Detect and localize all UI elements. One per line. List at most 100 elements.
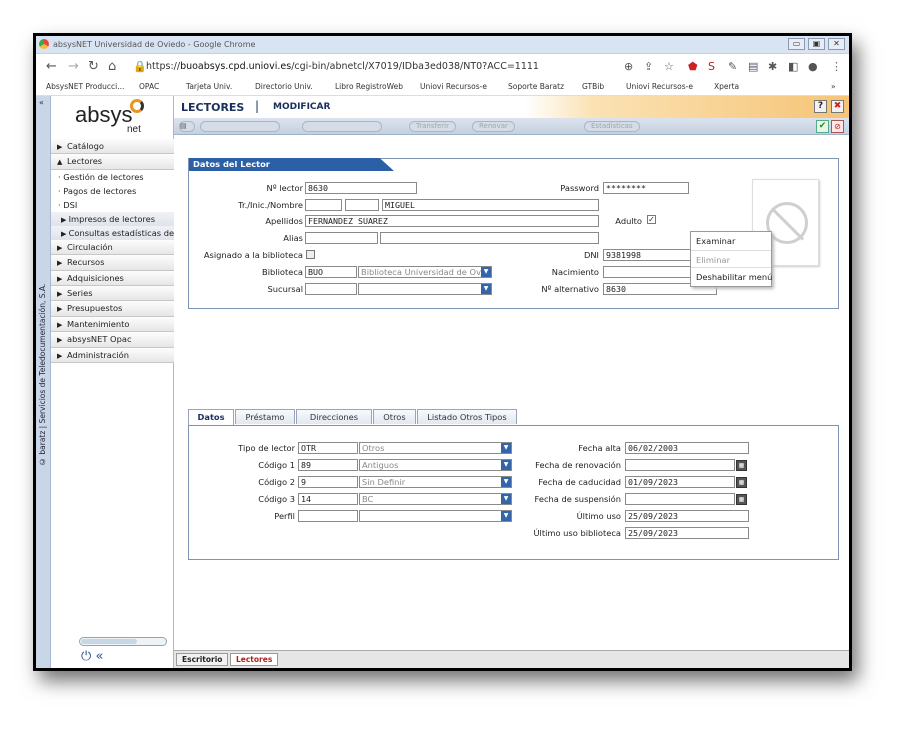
reload-icon[interactable]: ↻ xyxy=(88,59,99,74)
codigo1-select[interactable]: Antiguos ▼ xyxy=(359,459,512,471)
codigo3-select[interactable]: BC ▼ xyxy=(359,493,512,505)
cancel-icon[interactable]: ⊘ xyxy=(831,120,844,133)
restore-button[interactable]: ▣ xyxy=(808,38,825,50)
calendar-icon[interactable]: ▦ xyxy=(736,494,747,505)
renovar-button[interactable]: Renovar xyxy=(472,121,515,132)
apellidos-field[interactable]: FERNANDEZ SUAREZ xyxy=(305,215,599,227)
menu-item-mantenimiento[interactable]: ▶ Mantenimiento xyxy=(51,316,174,333)
tab-prestamo[interactable]: Préstamo xyxy=(235,409,295,424)
perfil-field[interactable] xyxy=(298,510,358,522)
codigo1-field[interactable]: 89 xyxy=(298,459,358,471)
menu-item-adquisiciones[interactable]: ▶ Adquisiciones xyxy=(51,270,174,286)
back-icon[interactable]: ← xyxy=(46,59,57,74)
accept-icon[interactable]: ✔ xyxy=(816,120,829,133)
menu-item-administracion[interactable]: ▶ Administración xyxy=(51,347,174,363)
bookmark-item[interactable]: AbsysNET Producci... xyxy=(46,82,124,91)
codigo3-field[interactable]: 14 xyxy=(298,493,358,505)
fecha-suspension-field[interactable] xyxy=(625,493,735,505)
collapse-menu-icon[interactable]: « xyxy=(39,98,44,107)
menu-deshabilitar[interactable]: Deshabilitar menú xyxy=(691,268,772,286)
dropdown-arrow-icon[interactable]: ▼ xyxy=(501,477,511,487)
forward-icon[interactable]: → xyxy=(68,59,79,74)
codigo2-field[interactable]: 9 xyxy=(298,476,358,488)
menu-examinar[interactable]: Examinar xyxy=(691,232,771,250)
submenu-gestion-lectores[interactable]: · Gestión de lectores xyxy=(51,169,174,184)
sucursal-code-field[interactable] xyxy=(305,283,357,295)
navigation-group[interactable] xyxy=(302,121,382,132)
minimize-button[interactable]: ▭ xyxy=(788,38,805,50)
side-panel-icon[interactable]: ◧ xyxy=(788,60,798,73)
toolbar-actions-group[interactable] xyxy=(200,121,280,132)
bookmarks-more[interactable]: » xyxy=(831,82,836,91)
fecha-alta-field[interactable]: 06/02/2003 xyxy=(625,442,749,454)
dropdown-arrow-icon[interactable]: ▼ xyxy=(501,443,511,453)
share-icon[interactable]: ⇪ xyxy=(644,60,653,73)
submenu-pagos-lectores[interactable]: · Pagos de lectores xyxy=(51,183,174,198)
alias-field[interactable] xyxy=(305,232,378,244)
biblioteca-select[interactable]: Biblioteca Universidad de Oviedo ▼ xyxy=(358,266,492,278)
iniciales-field[interactable] xyxy=(345,199,379,211)
dropdown-arrow-icon[interactable]: ▼ xyxy=(501,494,511,504)
submenu-dsi[interactable]: · DSI xyxy=(51,197,174,212)
tab-listado-otros[interactable]: Listado Otros Tipos xyxy=(417,409,517,424)
adulto-checkbox[interactable]: ✓ xyxy=(647,215,656,224)
tab-direcciones[interactable]: Direcciones xyxy=(296,409,372,424)
bookmark-item[interactable]: Tarjeta Univ. xyxy=(186,82,232,91)
submenu-impresos-lectores[interactable]: ▶ Impresos de lectores xyxy=(51,211,174,226)
estadisticas-button[interactable]: Estadísticas xyxy=(584,121,640,132)
help-button[interactable]: ? xyxy=(814,100,827,113)
bookmark-item[interactable]: OPAC xyxy=(139,82,159,91)
numero-lector-field[interactable]: 8630 xyxy=(305,182,417,194)
extension-icon[interactable]: ✎ xyxy=(728,60,737,73)
alias-extra-field[interactable] xyxy=(380,232,599,244)
password-field[interactable]: ******** xyxy=(603,182,689,194)
profile-icon[interactable]: ● xyxy=(808,60,818,73)
sucursal-select[interactable]: ▼ xyxy=(358,283,492,295)
scrollbar-thumb[interactable] xyxy=(81,639,137,644)
bookmark-item[interactable]: Libro RegistroWeb xyxy=(335,82,403,91)
browser-menu-icon[interactable]: ⋮ xyxy=(831,60,842,73)
logout-icon[interactable]: ⏻ xyxy=(81,649,91,664)
bookmark-item[interactable]: Uniovi Recursos-e xyxy=(420,82,487,91)
zoom-icon[interactable]: ⊕ xyxy=(624,60,633,73)
transferir-button[interactable]: Transferir xyxy=(409,121,456,132)
rewind-icon[interactable]: « xyxy=(95,649,103,664)
tipo-code-field[interactable]: OTR xyxy=(298,442,358,454)
close-window-button[interactable]: ✕ xyxy=(828,38,845,50)
bookmark-item[interactable]: Soporte Baratz xyxy=(508,82,564,91)
sidebar-scrollbar[interactable] xyxy=(79,637,167,646)
tipo-select[interactable]: Otros ▼ xyxy=(359,442,512,454)
close-module-button[interactable]: ✖ xyxy=(831,100,844,113)
bookmark-item[interactable]: Uniovi Recursos-e xyxy=(626,82,693,91)
url-field[interactable]: https://buoabsys.cpd.uniovi.es/cgi-bin/a… xyxy=(146,61,539,72)
calendar-icon[interactable]: ▦ xyxy=(736,477,747,488)
menu-item-circulacion[interactable]: ▶ Circulación xyxy=(51,239,174,256)
menu-item-opac[interactable]: ▶ absysNET Opac xyxy=(51,332,174,348)
extension-doc-icon[interactable]: ▤ xyxy=(748,60,758,73)
menu-item-catalogo[interactable]: ▶ Catálogo xyxy=(51,139,174,155)
perfil-select[interactable]: ▼ xyxy=(359,510,512,522)
tab-lectores[interactable]: Lectores xyxy=(230,653,279,666)
bookmark-item[interactable]: GTBib xyxy=(582,82,604,91)
dropdown-arrow-icon[interactable]: ▼ xyxy=(501,460,511,470)
extension-s-icon[interactable]: S xyxy=(708,60,715,73)
nombre-field[interactable]: MIGUEL xyxy=(382,199,599,211)
codigo2-select[interactable]: Sin Definir ▼ xyxy=(359,476,512,488)
dropdown-arrow-icon[interactable]: ▼ xyxy=(481,284,491,294)
extension-shield-icon[interactable]: ⬟ xyxy=(688,60,698,73)
new-record-icon[interactable]: ▤ xyxy=(179,121,195,132)
dropdown-arrow-icon[interactable]: ▼ xyxy=(501,511,511,521)
tab-datos[interactable]: Datos xyxy=(188,409,234,425)
asignado-checkbox[interactable] xyxy=(306,250,315,259)
tratamiento-field[interactable] xyxy=(305,199,342,211)
fecha-caducidad-field[interactable]: 01/09/2023 xyxy=(625,476,735,488)
home-icon[interactable]: ⌂ xyxy=(108,59,116,74)
bookmark-item[interactable]: Directorio Univ. xyxy=(255,82,313,91)
bookmark-item[interactable]: Xperta xyxy=(714,82,739,91)
dropdown-arrow-icon[interactable]: ▼ xyxy=(481,267,491,277)
menu-item-lectores[interactable]: ▲ Lectores xyxy=(51,154,174,170)
menu-item-recursos[interactable]: ▶ Recursos xyxy=(51,255,174,271)
tab-otros[interactable]: Otros xyxy=(373,409,416,424)
menu-item-presupuestos[interactable]: ▶ Presupuestos xyxy=(51,301,174,317)
extensions-puzzle-icon[interactable]: ✱ xyxy=(768,60,777,73)
